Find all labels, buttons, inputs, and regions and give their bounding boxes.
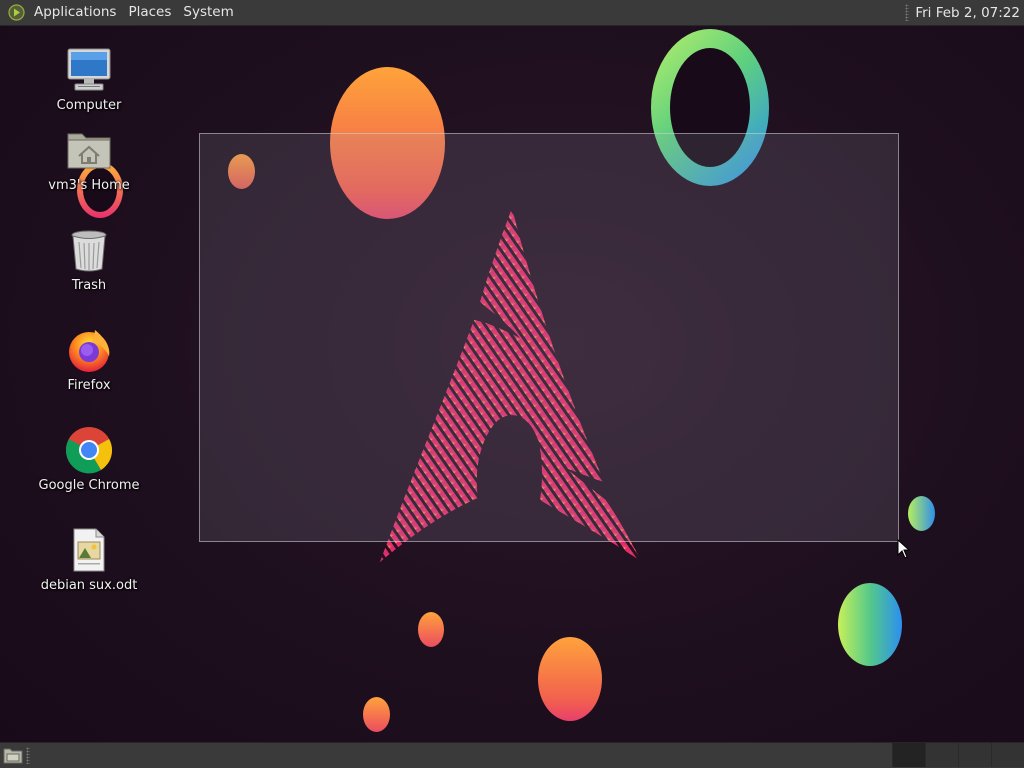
desktop-icon-document[interactable]: debian sux.odt: [29, 526, 149, 593]
wallpaper-small-orange-ellipse-bottom: [363, 697, 390, 732]
clock[interactable]: Fri Feb 2, 07:22: [915, 5, 1024, 21]
computer-icon: [67, 48, 111, 91]
places-menu[interactable]: Places: [127, 0, 178, 25]
chrome-icon: [65, 427, 113, 474]
desktop-icon-label: vm3's Home: [48, 178, 130, 193]
applications-menu[interactable]: Applications: [33, 0, 123, 25]
desktop-icon-chrome[interactable]: Google Chrome: [29, 426, 149, 493]
wallpaper-small-orange-ellipse-mid: [418, 612, 444, 647]
wallpaper-orange-ellipse-lower: [538, 637, 602, 721]
trash-icon: [71, 230, 107, 272]
top-panel: Applications Places System Fri Feb 2, 07…: [0, 0, 1024, 26]
desktop-icon-label: Firefox: [67, 378, 111, 393]
desktop-icon-trash[interactable]: Trash: [29, 226, 149, 293]
document-icon: [73, 528, 105, 572]
system-menu[interactable]: System: [182, 0, 240, 25]
desktop-icon-label: Trash: [71, 278, 107, 293]
workspace-switcher[interactable]: [892, 743, 1024, 768]
workspace-3[interactable]: [958, 743, 991, 767]
panel-drag-handle[interactable]: [26, 747, 30, 764]
desktop-icon-computer[interactable]: Computer: [29, 46, 149, 113]
rubber-band-selection: [199, 133, 899, 542]
workspace-1[interactable]: [892, 743, 925, 767]
desktop-screen: Applications Places System Fri Feb 2, 07…: [0, 0, 1024, 768]
workspace-4[interactable]: [991, 743, 1024, 767]
show-desktop-icon[interactable]: [3, 746, 23, 764]
desktop-icon-label: debian sux.odt: [40, 578, 138, 593]
workspace-2[interactable]: [925, 743, 958, 767]
desktop-icon-label: Google Chrome: [38, 478, 140, 493]
desktop-icon-label: Computer: [56, 98, 122, 113]
bottom-panel: [0, 742, 1024, 768]
wallpaper-large-green-ellipse: [838, 583, 902, 666]
distro-logo-icon[interactable]: [8, 4, 25, 21]
wallpaper-green-ellipse: [908, 496, 935, 531]
desktop-icon-firefox[interactable]: Firefox: [29, 326, 149, 393]
firefox-icon: [69, 330, 110, 372]
mouse-pointer-icon: [897, 539, 911, 559]
home-folder-icon: [67, 133, 111, 169]
panel-drag-handle[interactable]: [905, 4, 910, 21]
desktop-icon-home[interactable]: vm3's Home: [29, 126, 149, 193]
